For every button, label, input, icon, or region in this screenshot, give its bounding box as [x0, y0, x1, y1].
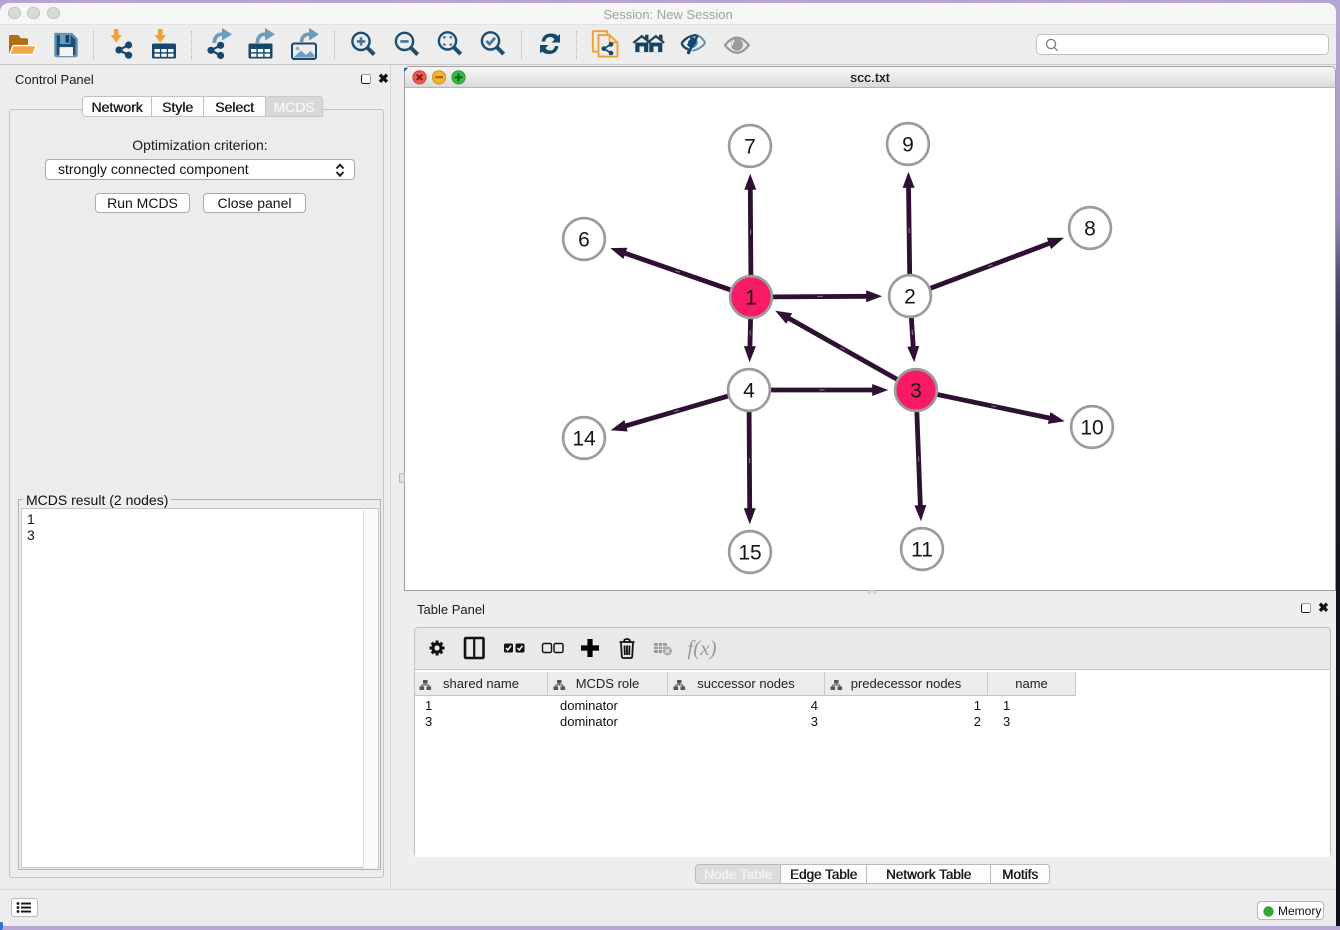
svg-text:6: 6 [578, 229, 590, 252]
svg-text:8: 8 [1084, 218, 1096, 241]
svg-text:15: 15 [738, 542, 761, 565]
svg-text:3: 3 [910, 380, 922, 403]
svg-text:11: 11 [911, 539, 933, 562]
svg-text:10: 10 [1080, 417, 1103, 440]
svg-text:2: 2 [904, 286, 916, 309]
svg-text:14: 14 [572, 428, 596, 451]
svg-text:1: 1 [745, 287, 757, 310]
svg-text:4: 4 [743, 380, 755, 403]
svg-text:7: 7 [744, 136, 756, 159]
svg-text:f(x): f(x) [687, 636, 716, 660]
svg-text:9: 9 [902, 134, 914, 157]
